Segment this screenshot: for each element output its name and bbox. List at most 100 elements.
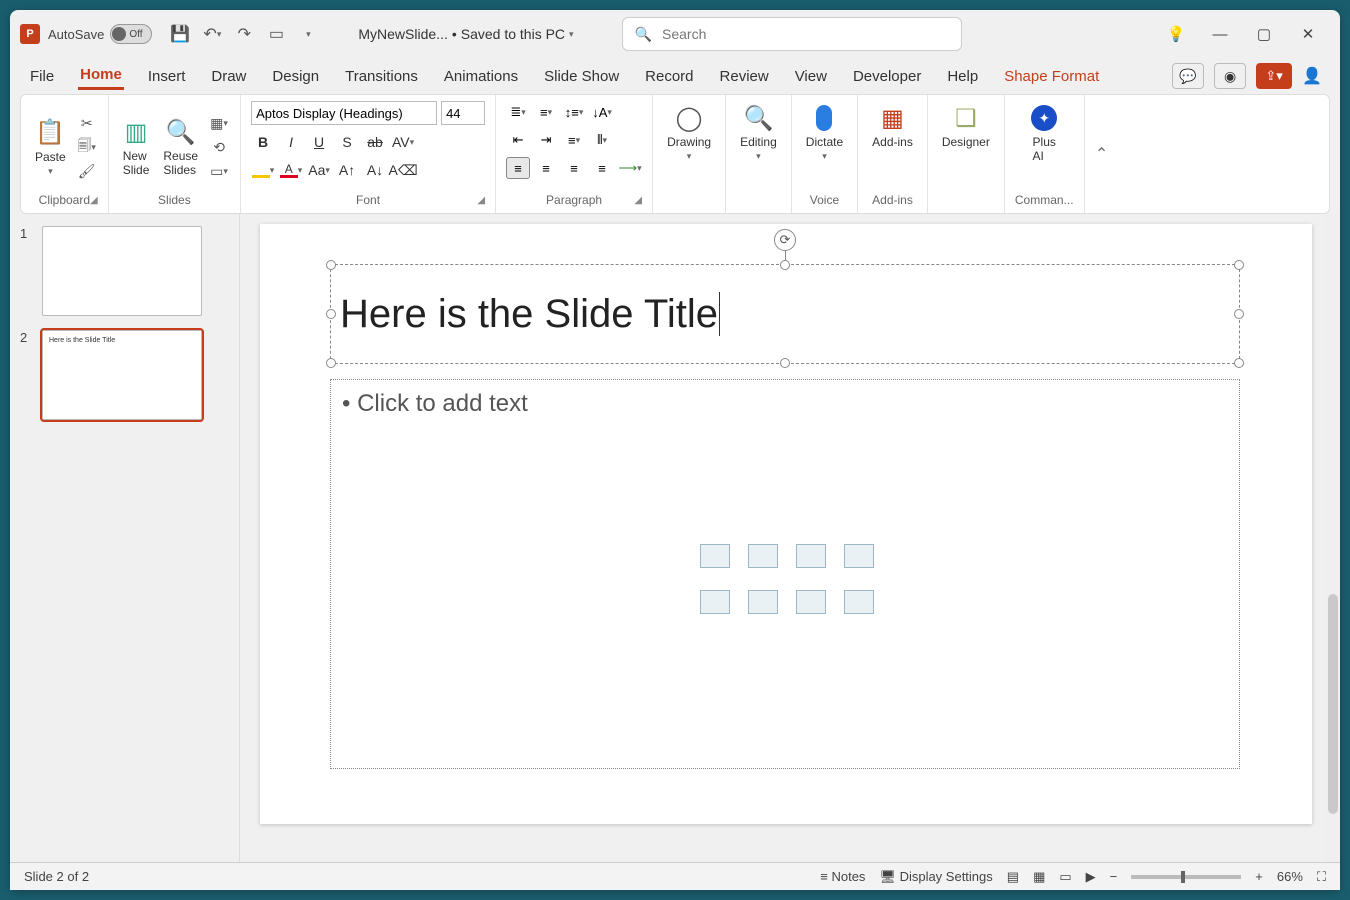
insert-stock-image-icon[interactable] (700, 544, 730, 568)
copy-icon[interactable]: 🗐▾ (76, 137, 98, 157)
increase-indent-button[interactable]: ⇥ (534, 129, 558, 151)
vertical-scrollbar[interactable] (1324, 214, 1340, 862)
character-spacing-button[interactable]: AV▾ (391, 131, 415, 153)
launcher-icon[interactable]: ◢ (634, 195, 642, 206)
redo-icon[interactable]: ↷ (232, 22, 256, 46)
thumb-preview[interactable] (42, 226, 202, 316)
tab-insert[interactable]: Insert (146, 64, 188, 89)
addins-button[interactable]: ▦ Add-ins (868, 101, 917, 151)
collapse-ribbon-icon[interactable]: ⌃ (1095, 144, 1108, 164)
bold-button[interactable]: B (251, 131, 275, 153)
resize-handle[interactable] (1234, 260, 1244, 270)
numbering-button[interactable]: ≡▾ (534, 101, 558, 123)
resize-handle[interactable] (1234, 309, 1244, 319)
scrollbar-thumb[interactable] (1328, 594, 1338, 814)
decrease-indent-button[interactable]: ⇤ (506, 129, 530, 151)
rotate-handle-icon[interactable]: ⟳ (774, 229, 796, 251)
fit-window-icon[interactable]: ⛶ (1317, 869, 1326, 885)
save-icon[interactable]: 💾 (168, 22, 192, 46)
maximize-button[interactable]: ▢ (1252, 25, 1276, 43)
change-case-button[interactable]: Aa▾ (307, 159, 331, 181)
clear-format-button[interactable]: A⌫ (391, 159, 415, 181)
align-right-button[interactable]: ≡ (562, 157, 586, 179)
tab-design[interactable]: Design (270, 64, 321, 89)
tab-file[interactable]: File (28, 64, 56, 89)
chevron-down-icon[interactable]: ▾ (569, 29, 574, 40)
tab-view[interactable]: View (793, 64, 829, 89)
present-icon[interactable]: ▭ (264, 22, 288, 46)
comments-button[interactable]: 💬 (1172, 63, 1204, 89)
resize-handle[interactable] (326, 309, 336, 319)
layout-icon[interactable]: ▦▾ (208, 113, 230, 133)
tab-developer[interactable]: Developer (851, 64, 923, 89)
zoom-out-button[interactable]: − (1110, 869, 1118, 884)
thumbnail-2[interactable]: 2 Here is the Slide Title (20, 330, 229, 420)
line-spacing-button[interactable]: ↕≡▾ (562, 101, 586, 123)
insert-chart-icon[interactable] (844, 590, 874, 614)
slide-canvas-area[interactable]: ⟳ Here is the Slide Title Click to add t… (240, 214, 1340, 862)
slideshow-view-icon[interactable]: ▶ (1086, 869, 1096, 885)
paste-button[interactable]: 📋 Paste ▾ (31, 116, 70, 179)
launcher-icon[interactable]: ◢ (477, 195, 485, 206)
body-placeholder-text[interactable]: Click to add text (342, 390, 528, 418)
account-icon[interactable]: 👤 (1302, 66, 1322, 86)
align-left-button[interactable]: ≡ (506, 157, 530, 179)
smartart-button[interactable]: ⟶▾ (618, 157, 642, 179)
display-settings-button[interactable]: 🖥 Display Settings (879, 869, 992, 885)
insert-smartart-icon[interactable] (844, 544, 874, 568)
thumb-preview[interactable]: Here is the Slide Title (42, 330, 202, 420)
qat-customize-icon[interactable]: ▾ (296, 22, 320, 46)
align-text-button[interactable]: ≡▾ (562, 129, 586, 151)
tab-shape-format[interactable]: Shape Format (1002, 64, 1101, 89)
plusai-button[interactable]: ✦ Plus AI (1027, 101, 1061, 165)
drawing-button[interactable]: ◯ Drawing▾ (663, 101, 715, 164)
lightbulb-icon[interactable]: 💡 (1164, 25, 1188, 43)
tab-transitions[interactable]: Transitions (343, 64, 420, 89)
tab-draw[interactable]: Draw (209, 64, 248, 89)
sorter-view-icon[interactable]: ▦ (1033, 869, 1045, 885)
slide[interactable]: ⟳ Here is the Slide Title Click to add t… (260, 224, 1312, 824)
slide-indicator[interactable]: Slide 2 of 2 (24, 869, 89, 884)
font-size-select[interactable] (441, 101, 485, 125)
designer-button[interactable]: ❑ Designer (938, 101, 994, 151)
resize-handle[interactable] (780, 358, 790, 368)
strikethrough-button[interactable]: ab (363, 131, 387, 153)
shadow-button[interactable]: S (335, 131, 359, 153)
camera-button[interactable]: ◉ (1214, 63, 1246, 89)
section-icon[interactable]: ▭▾ (208, 161, 230, 181)
highlight-color-button[interactable]: ▾ (251, 159, 275, 181)
tab-home[interactable]: Home (78, 62, 124, 90)
normal-view-icon[interactable]: ▤ (1007, 869, 1019, 885)
tab-record[interactable]: Record (643, 64, 695, 89)
insert-cameo-icon[interactable] (700, 590, 730, 614)
justify-button[interactable]: ≡ (590, 157, 614, 179)
tab-animations[interactable]: Animations (442, 64, 520, 89)
grow-font-button[interactable]: A↑ (335, 159, 359, 181)
zoom-slider[interactable] (1131, 875, 1241, 879)
new-slide-button[interactable]: ▥ New Slide (119, 115, 154, 179)
underline-button[interactable]: U (307, 131, 331, 153)
shrink-font-button[interactable]: A↓ (363, 159, 387, 181)
undo-icon[interactable]: ↶▾ (200, 22, 224, 46)
editing-button[interactable]: 🔍 Editing▾ (736, 101, 781, 164)
resize-handle[interactable] (326, 358, 336, 368)
font-color-button[interactable]: A▾ (279, 159, 303, 181)
columns-button[interactable]: ⫴▾ (590, 129, 614, 151)
resize-handle[interactable] (326, 260, 336, 270)
bullets-button[interactable]: ≣▾ (506, 101, 530, 123)
tab-slideshow[interactable]: Slide Show (542, 64, 621, 89)
search-input[interactable]: 🔍 Search (622, 17, 962, 51)
dictate-button[interactable]: Dictate▾ (802, 101, 847, 164)
insert-video-icon[interactable] (748, 590, 778, 614)
share-button[interactable]: ⇪▾ (1256, 63, 1292, 89)
italic-button[interactable]: I (279, 131, 303, 153)
align-center-button[interactable]: ≡ (534, 157, 558, 179)
tab-review[interactable]: Review (718, 64, 771, 89)
document-title[interactable]: MyNewSlide... • Saved to this PC ▾ (358, 26, 573, 42)
cut-icon[interactable]: ✂ (76, 113, 98, 133)
resize-handle[interactable] (1234, 358, 1244, 368)
text-direction-button[interactable]: ↓A▾ (590, 101, 614, 123)
zoom-level[interactable]: 66% (1277, 869, 1303, 884)
reset-icon[interactable]: ⟲ (208, 137, 230, 157)
close-button[interactable]: ✕ (1296, 25, 1320, 43)
